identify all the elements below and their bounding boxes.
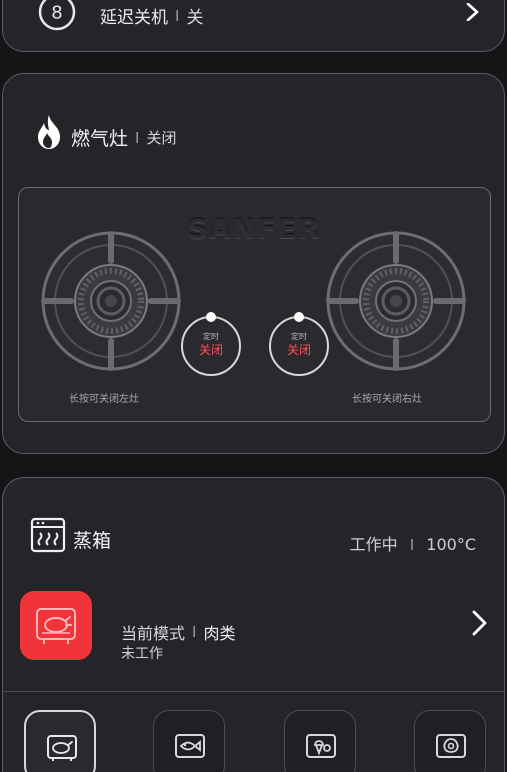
right-burner[interactable] — [326, 231, 466, 371]
gas-stove-status: 关闭 — [146, 129, 177, 147]
gas-stove-card: 燃气灶 I 关闭 SANFER 定时 关闭 定时 关闭 长按可关闭左灶 长按可关… — [2, 73, 505, 454]
timer-8-icon: 8 — [38, 0, 76, 31]
left-timer-state: 关闭 — [198, 343, 223, 357]
separator: I — [135, 128, 140, 147]
delay-off-value: 关 — [186, 8, 204, 28]
dessert-mode-button[interactable] — [284, 710, 356, 772]
left-timer-label: 定时 — [203, 332, 219, 341]
right-burner-hint: 长按可关闭右灶 — [352, 394, 422, 405]
delay-off-title-row: 延迟关机 I 关 — [100, 3, 204, 29]
current-mode-tile[interactable] — [20, 591, 92, 660]
delay-off-title: 延迟关机 — [100, 8, 168, 28]
right-timer-button[interactable]: 定时 关闭 — [269, 312, 329, 376]
chevron-right-icon[interactable] — [469, 610, 489, 636]
steamer-status-row: 工作中 I 100°C — [350, 531, 476, 555]
timer-knob-dot — [206, 312, 216, 322]
separator: I — [175, 6, 180, 25]
egg-mode-icon — [436, 734, 466, 758]
svg-text:8: 8 — [51, 3, 62, 24]
meat-mode-button[interactable] — [24, 710, 96, 772]
delay-off-card[interactable]: 8 延迟关机 I 关 — [2, 0, 505, 52]
current-mode-label: 当前模式 — [121, 624, 186, 643]
gas-stove-title: 燃气灶 — [71, 128, 129, 150]
right-timer-label: 定时 — [291, 332, 307, 341]
divider — [3, 691, 504, 692]
fish-mode-icon — [175, 734, 205, 758]
roast-chicken-icon — [36, 608, 76, 644]
current-mode-value: 肉类 — [203, 624, 236, 643]
steamer-title: 蒸箱 — [73, 530, 112, 552]
meat-mode-icon — [47, 735, 77, 761]
dessert-mode-icon — [306, 734, 336, 758]
timer-knob-dot — [294, 312, 304, 322]
separator: I — [192, 623, 197, 641]
gas-stove-title-row: 燃气灶 I 关闭 — [71, 124, 176, 151]
steamer-card: 蒸箱 工作中 I 100°C 当前模式 I 肉类 未工作 — [2, 477, 505, 772]
flame-icon — [38, 115, 60, 149]
fish-mode-button[interactable] — [153, 710, 225, 772]
left-burner[interactable] — [41, 231, 181, 371]
steamer-work-status: 未工作 — [121, 646, 163, 662]
steam-oven-icon — [30, 517, 66, 553]
left-timer-button[interactable]: 定时 关闭 — [181, 312, 241, 376]
left-burner-hint: 长按可关闭左灶 — [69, 394, 139, 405]
chevron-right-icon[interactable] — [463, 3, 481, 21]
stove-panel: SANFER 定时 关闭 定时 关闭 长按可关闭左灶 长按可关闭右灶 — [18, 187, 491, 422]
current-mode-row: 当前模式 I 肉类 — [121, 620, 235, 644]
right-timer-state: 关闭 — [286, 343, 311, 357]
separator: I — [409, 536, 415, 554]
steamer-status: 工作中 — [349, 535, 398, 554]
steamer-temperature: 100°C — [426, 535, 476, 554]
egg-mode-button[interactable] — [414, 710, 486, 772]
